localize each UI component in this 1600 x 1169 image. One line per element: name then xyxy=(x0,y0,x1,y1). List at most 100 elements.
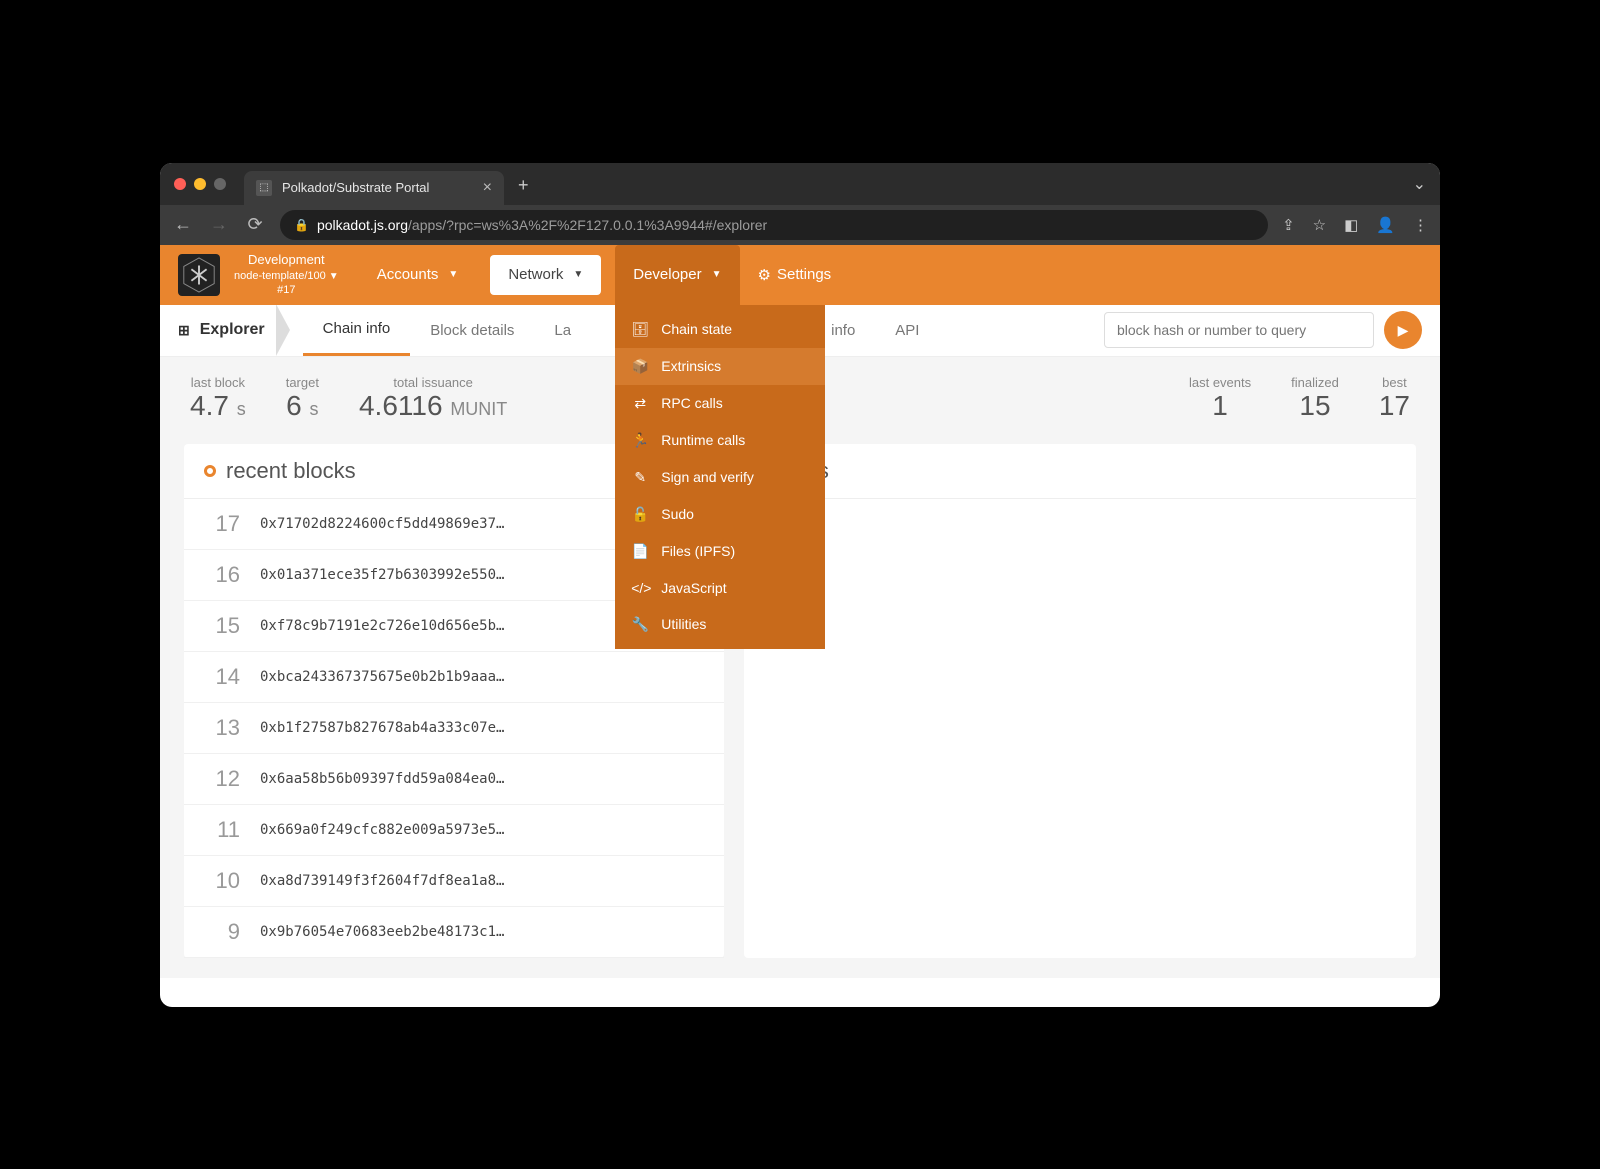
query-submit-button[interactable]: ▶ xyxy=(1384,311,1422,349)
forward-button[interactable]: → xyxy=(208,214,230,235)
block-number: 14 xyxy=(204,664,240,690)
block-row[interactable]: 10 0xa8d739149f3f2604f7df8ea1a8… xyxy=(184,856,724,907)
block-row[interactable]: 11 0x669a0f249cfc882e009a5973e5… xyxy=(184,805,724,856)
stat-best: best 17 xyxy=(1379,375,1410,422)
dd-files-ipfs[interactable]: 📄Files (IPFS) xyxy=(615,533,825,570)
panel-icon[interactable]: ◧ xyxy=(1344,216,1358,234)
breadcrumb-explorer[interactable]: ⊞ Explorer xyxy=(178,321,265,339)
block-hash: 0xbca243367375675e0b2b1b9aaa… xyxy=(260,669,504,685)
block-number: 10 xyxy=(204,868,240,894)
tab-partial-1[interactable]: La xyxy=(534,304,591,356)
dd-utilities[interactable]: 🔧Utilities xyxy=(615,606,825,643)
swap-icon: ⇄ xyxy=(631,395,649,412)
tab-block-details[interactable]: Block details xyxy=(410,304,534,356)
block-number: 15 xyxy=(204,613,240,639)
chain-name: Development xyxy=(234,252,339,269)
nav-developer[interactable]: Developer▼ 🗄Chain state 📦Extrinsics ⇄RPC… xyxy=(615,245,739,305)
toolbar-icons: ⇪ ☆ ◧ 👤 ⋮ xyxy=(1282,216,1428,234)
developer-dropdown: 🗄Chain state 📦Extrinsics ⇄RPC calls 🏃Run… xyxy=(615,305,825,649)
block-number: 16 xyxy=(204,562,240,588)
block-number: 17 xyxy=(204,511,240,537)
block-number: 11 xyxy=(204,817,240,843)
window-maximize-button[interactable] xyxy=(214,178,226,190)
breadcrumb-arrow xyxy=(277,304,291,356)
share-icon[interactable]: ⇪ xyxy=(1282,216,1295,234)
new-tab-button[interactable]: + xyxy=(518,175,529,196)
browser-chrome: ⬚ Polkadot/Substrate Portal × + ⌄ ← → ⟳ … xyxy=(160,163,1440,245)
browser-tab[interactable]: ⬚ Polkadot/Substrate Portal × xyxy=(244,171,504,205)
stat-last-events: last events 1 xyxy=(1189,375,1251,422)
url-host: polkadot.js.org xyxy=(317,217,408,233)
stat-target: target 6 s xyxy=(286,375,319,422)
chain-logo[interactable] xyxy=(178,254,220,296)
tab-bar: ⬚ Polkadot/Substrate Portal × + ⌄ xyxy=(160,163,1440,205)
dd-runtime-calls[interactable]: 🏃Runtime calls xyxy=(615,422,825,459)
bookmark-icon[interactable]: ☆ xyxy=(1313,216,1326,234)
stat-total-issuance: total issuance 4.6116 MUNIT xyxy=(359,375,507,422)
stat-last-block: last block 4.7 s xyxy=(190,375,246,422)
tab-chain-info[interactable]: Chain info xyxy=(303,304,411,356)
chevron-down-icon: ▼ xyxy=(448,269,458,280)
window-close-button[interactable] xyxy=(174,178,186,190)
chain-detail: node-template/100 xyxy=(234,270,326,282)
sign-icon: ✎ xyxy=(631,469,649,486)
dd-rpc-calls[interactable]: ⇄RPC calls xyxy=(615,385,825,422)
dd-sign-verify[interactable]: ✎Sign and verify xyxy=(615,459,825,496)
block-number: 13 xyxy=(204,715,240,741)
code-icon: </> xyxy=(631,580,649,596)
nav-settings[interactable]: ⚙Settings xyxy=(740,266,850,284)
window-minimize-button[interactable] xyxy=(194,178,206,190)
nav-network[interactable]: Network▼ xyxy=(490,255,601,295)
app-header: Development node-template/100 ▼ #17 Acco… xyxy=(160,245,1440,305)
block-number: 12 xyxy=(204,766,240,792)
grid-icon: ⊞ xyxy=(178,322,190,339)
block-search-input[interactable] xyxy=(1104,312,1374,348)
block-hash: 0x6aa58b56b09397fdd59a084ea0… xyxy=(260,771,504,787)
block-hash: 0xb1f27587b827678ab4a333c07e… xyxy=(260,720,504,736)
tab-favicon: ⬚ xyxy=(256,180,272,196)
block-row[interactable]: 9 0x9b76054e70683eeb2be48173c1… xyxy=(184,907,724,958)
back-button[interactable]: ← xyxy=(172,214,194,235)
recent-events-panel: events available xyxy=(744,444,1416,958)
block-hash: 0x01a371ece35f27b6303992e550… xyxy=(260,567,504,583)
database-icon: 🗄 xyxy=(631,321,649,338)
chevron-down-icon: ▼ xyxy=(329,271,339,282)
url-path: /apps/?rpc=ws%3A%2F%2F127.0.0.1%3A9944#/… xyxy=(408,217,767,233)
wrench-icon: 🔧 xyxy=(631,616,649,633)
lock-icon: 🔓 xyxy=(631,506,649,523)
dd-javascript[interactable]: </>JavaScript xyxy=(615,570,825,606)
running-icon: 🏃 xyxy=(631,432,649,449)
block-hash: 0x9b76054e70683eeb2be48173c1… xyxy=(260,924,504,940)
box-icon: 📦 xyxy=(631,358,649,375)
chevron-down-icon: ▼ xyxy=(573,269,583,280)
chain-block: #17 xyxy=(234,283,339,297)
profile-icon[interactable]: 👤 xyxy=(1376,216,1395,234)
nav-items: Accounts▼ Network▼ Developer▼ 🗄Chain sta… xyxy=(359,245,849,305)
tab-close-icon[interactable]: × xyxy=(483,179,492,197)
recent-events-header: events xyxy=(744,444,1416,499)
tab-title: Polkadot/Substrate Portal xyxy=(282,180,429,195)
address-bar[interactable]: 🔒 polkadot.js.org/apps/?rpc=ws%3A%2F%2F1… xyxy=(280,210,1268,240)
menu-icon[interactable]: ⋮ xyxy=(1413,216,1428,234)
block-row[interactable]: 13 0xb1f27587b827678ab4a333c07e… xyxy=(184,703,724,754)
lock-icon: 🔒 xyxy=(294,218,309,232)
block-hash: 0xf78c9b7191e2c726e10d656e5b… xyxy=(260,618,504,634)
block-number: 9 xyxy=(204,919,240,945)
address-bar-row: ← → ⟳ 🔒 polkadot.js.org/apps/?rpc=ws%3A%… xyxy=(160,205,1440,245)
block-row[interactable]: 14 0xbca243367375675e0b2b1b9aaa… xyxy=(184,652,724,703)
gear-icon: ⚙ xyxy=(758,266,771,284)
block-hash: 0x71702d8224600cf5dd49869e37… xyxy=(260,516,504,532)
dd-sudo[interactable]: 🔓Sudo xyxy=(615,496,825,533)
dd-chain-state[interactable]: 🗄Chain state xyxy=(615,311,825,348)
file-icon: 📄 xyxy=(631,543,649,560)
block-hash: 0xa8d739149f3f2604f7df8ea1a8… xyxy=(260,873,504,889)
chrome-dropdown-icon[interactable]: ⌄ xyxy=(1413,174,1426,194)
tab-api[interactable]: API xyxy=(875,304,939,356)
nav-accounts[interactable]: Accounts▼ xyxy=(359,255,477,295)
block-row[interactable]: 12 0x6aa58b56b09397fdd59a084ea0… xyxy=(184,754,724,805)
chain-selector[interactable]: Development node-template/100 ▼ #17 xyxy=(234,252,339,297)
block-hash: 0x669a0f249cfc882e009a5973e5… xyxy=(260,822,504,838)
dd-extrinsics[interactable]: 📦Extrinsics xyxy=(615,348,825,385)
reload-button[interactable]: ⟳ xyxy=(244,214,266,235)
dot-icon xyxy=(204,465,216,477)
